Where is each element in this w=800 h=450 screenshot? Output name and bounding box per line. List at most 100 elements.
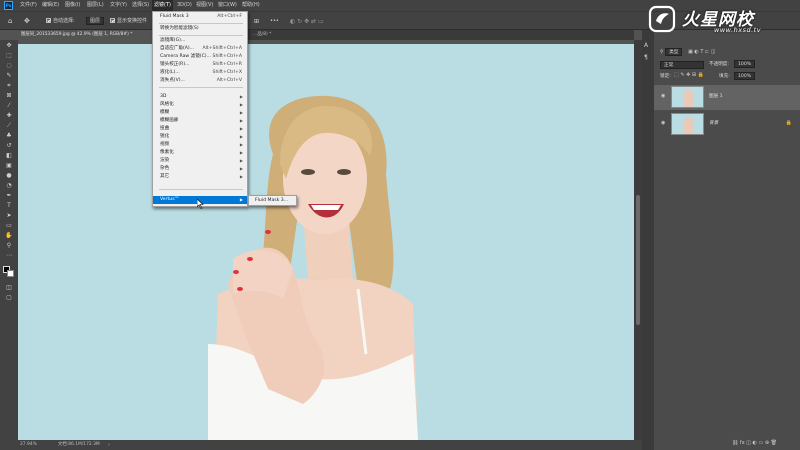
color-swatches-icon[interactable] — [3, 266, 15, 278]
blend-mode-select[interactable]: 正常 — [660, 61, 704, 69]
menu-item-stylize[interactable]: 风格化 ▶ — [153, 101, 247, 109]
submenu-item-fluid-mask[interactable]: Fluid Mask 3... — [249, 196, 296, 205]
menu-item-sharpen[interactable]: 锐化 ▶ — [153, 133, 247, 141]
menu-edit[interactable]: 编辑(E) — [40, 0, 61, 11]
menu-item-3d[interactable]: 3D ▶ — [153, 93, 247, 101]
menu-item-vanishing-point[interactable]: 消失点(V)... Alt+Ctrl+V — [153, 77, 247, 85]
menu-item-video[interactable]: 视频 ▶ — [153, 141, 247, 149]
tab-document-1[interactable]: 图层同_201533659.jpg @ 42.9% (图层 1, RGB/8#)… — [18, 30, 158, 40]
more-options-button[interactable]: ••• — [270, 17, 279, 26]
type-tool-icon[interactable]: T — [4, 202, 14, 210]
menu-item-adaptive-wide[interactable]: 自适应广角(A)... Alt+Shift+Ctrl+A — [153, 45, 247, 53]
menu-item-camera-raw[interactable]: Camera Raw 滤镜(C)... Shift+Ctrl+A — [153, 53, 247, 61]
eraser-icon[interactable]: ◧ — [4, 152, 14, 160]
move-tool-icon[interactable]: ✥ — [4, 42, 14, 50]
layer-actions[interactable]: ⛓ fx ◫ ◐ ▭ ⊕ 🗑 — [732, 440, 777, 446]
auto-select-value: 图层 — [86, 17, 105, 25]
layer-thumbnail — [671, 86, 704, 108]
shape-tool-icon[interactable]: ▭ — [4, 222, 14, 230]
menu-filter[interactable]: 滤镜(T) — [152, 0, 173, 11]
pen-tool-icon[interactable]: ✒ — [4, 192, 14, 200]
mouse-cursor-icon — [197, 199, 204, 209]
zoom-tool-icon[interactable]: ⚲ — [4, 242, 14, 250]
menu-item-convert-smart[interactable]: 转换为智能滤镜(S) — [153, 25, 247, 33]
menu-3d[interactable]: 3D(D) — [175, 0, 194, 11]
distribute-icon[interactable]: ⊞ — [254, 17, 259, 26]
layer-name[interactable]: 图层 1 — [709, 93, 723, 99]
menu-file[interactable]: 文件(F) — [18, 0, 39, 11]
show-transform-checkbox[interactable]: 显示变换控件 — [110, 17, 147, 26]
eyedropper-icon[interactable]: ⁄ — [4, 102, 14, 110]
menu-item-filter-gallery[interactable]: 滤镜库(G)... — [153, 37, 247, 45]
menu-item-noise[interactable]: 杂色 ▶ — [153, 165, 247, 173]
3d-mode-icons[interactable]: ◐ ↻ ✥ ⇄ ▭ — [290, 17, 324, 26]
eye-icon[interactable]: ◉ — [661, 93, 665, 99]
fill-label: 填充: — [719, 74, 730, 79]
history-brush-icon[interactable]: ↺ — [4, 142, 14, 150]
menu-item-pixelate[interactable]: 像素化 ▶ — [153, 149, 247, 157]
clone-stamp-icon[interactable]: ♣ — [4, 132, 14, 140]
menu-select[interactable]: 选择(S) — [130, 0, 151, 11]
blur-tool-icon[interactable]: ● — [4, 172, 14, 180]
quick-mask-icon[interactable]: ◫ — [4, 284, 14, 292]
edit-toolbar-icon[interactable]: ⋯ — [4, 252, 14, 260]
fill-field[interactable]: 100% — [734, 72, 756, 80]
toolbox: ✥ ⬚ ◌ ✎ ⌗ ⊠ ⁄ ✚ ⟋ ♣ ↺ ◧ ▣ ● ◔ ✒ T ➤ ▭ ✋ … — [0, 40, 18, 440]
auto-select-dropdown[interactable]: 图层 — [86, 17, 105, 26]
hand-tool-icon[interactable]: ✋ — [4, 232, 14, 240]
gradient-icon[interactable]: ▣ — [4, 162, 14, 170]
vertus-submenu: Fluid Mask 3... — [248, 195, 297, 206]
menu-item-blur[interactable]: 模糊 ▶ — [153, 109, 247, 117]
photoshop-logo[interactable]: Ps — [4, 1, 13, 10]
auto-select-checkbox[interactable]: 自动选择: — [46, 17, 75, 26]
path-select-icon[interactable]: ➤ — [4, 212, 14, 220]
marquee-tool-icon[interactable]: ⬚ — [4, 52, 14, 60]
home-icon[interactable]: ⌂ — [8, 17, 12, 26]
filter-icons[interactable]: ▣ ◐ T ⊏ ◫ — [688, 49, 715, 55]
menu-item-liquify[interactable]: 液化(L)... Shift+Ctrl+X — [153, 69, 247, 77]
menu-window[interactable]: 窗口(W) — [216, 0, 239, 11]
screen-mode-icon[interactable]: ▢ — [4, 294, 14, 302]
menu-type[interactable]: 文字(Y) — [108, 0, 129, 11]
layer-thumbnail — [671, 113, 704, 135]
menu-item-render[interactable]: 渲染 ▶ — [153, 157, 247, 165]
quick-select-icon[interactable]: ✎ — [4, 72, 14, 80]
menu-item-fluid-mask[interactable]: Fluid Mask 3 Alt+Ctrl+F — [153, 13, 247, 21]
menu-view[interactable]: 视图(V) — [194, 0, 215, 11]
scroll-thumb[interactable] — [636, 195, 640, 325]
zoom-level[interactable]: 27.94% — [20, 440, 37, 450]
opacity-label: 不透明度: — [709, 62, 729, 67]
lasso-tool-icon[interactable]: ◌ — [4, 62, 14, 70]
menu-item-lens-correction[interactable]: 镜头校正(R)... Shift+Ctrl+R — [153, 61, 247, 69]
document-tabs: 图层同_201533659.jpg @ 42.9% (图层 1, RGB/8#)… — [18, 30, 634, 40]
paragraph-panel-icon[interactable]: ¶ — [644, 54, 648, 61]
history-panel-icon[interactable]: A — [644, 42, 648, 49]
menu-item-other[interactable]: 其它 ▶ — [153, 173, 247, 181]
menu-item-distort[interactable]: 扭曲 ▶ — [153, 125, 247, 133]
move-tool-icon[interactable]: ✥ — [24, 17, 30, 26]
status-arrow-icon[interactable]: › — [108, 440, 110, 450]
layer-name[interactable]: 背景 — [709, 120, 718, 126]
portrait-photo — [18, 44, 634, 440]
menu-help[interactable]: 帮助(H) — [240, 0, 262, 11]
tab-document-2[interactable]: …品/8) * — [250, 30, 285, 40]
healing-brush-icon[interactable]: ✚ — [4, 112, 14, 120]
menu-image[interactable]: 图像(I) — [63, 0, 82, 11]
layer-kind-select[interactable]: 类型 — [665, 48, 683, 56]
watermark: 火星网校 www.hxsd.tv — [642, 0, 800, 40]
opacity-field[interactable]: 100% — [734, 60, 756, 68]
menu-layer[interactable]: 图层(L) — [85, 0, 106, 11]
crop-tool-icon[interactable]: ⌗ — [4, 82, 14, 90]
vertical-scrollbar[interactable] — [634, 40, 642, 440]
eye-icon[interactable]: ◉ — [661, 120, 665, 126]
layer-row[interactable]: ◉ 图层 1 — [654, 85, 800, 110]
dodge-tool-icon[interactable]: ◔ — [4, 182, 14, 190]
lock-icons[interactable]: ⬚ ✎ ✥ ⊞ 🔒 — [674, 72, 704, 78]
canvas-image[interactable] — [18, 44, 634, 440]
menu-item-blur-gallery[interactable]: 模糊画廊 ▶ — [153, 117, 247, 125]
layer-row[interactable]: ◉ 背景 🔒 — [654, 112, 800, 137]
brush-tool-icon[interactable]: ⟋ — [4, 122, 14, 130]
search-icon[interactable]: ⚲ — [660, 49, 664, 55]
frame-tool-icon[interactable]: ⊠ — [4, 92, 14, 100]
panel-icon-strip: A ¶ — [642, 30, 654, 450]
